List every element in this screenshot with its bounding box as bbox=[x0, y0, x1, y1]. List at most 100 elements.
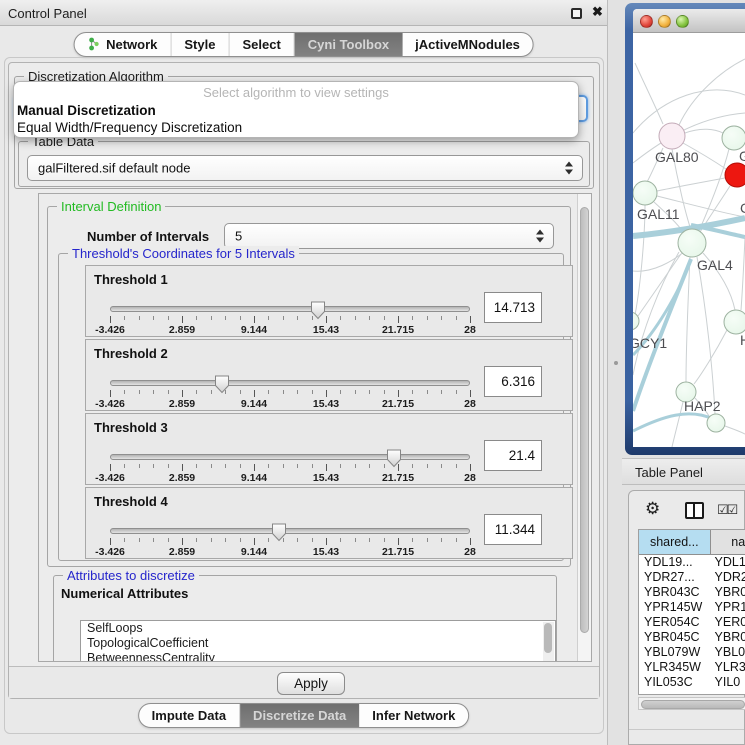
node-label-gal4: GAL4 bbox=[697, 257, 733, 273]
table-row[interactable]: YPR145WYPR1 bbox=[639, 600, 745, 615]
node-selected-red[interactable] bbox=[725, 163, 745, 187]
network-icon bbox=[87, 37, 100, 52]
tab-network[interactable]: Network bbox=[74, 33, 171, 56]
list-item[interactable]: BetweennessCentrality bbox=[81, 651, 555, 662]
tab-select[interactable]: Select bbox=[229, 33, 294, 56]
node-gal11[interactable] bbox=[633, 181, 657, 205]
network-canvas[interactable]: GAL80 G C GAL11 GAL4 GCY1 H HAP2 bbox=[633, 33, 745, 447]
node-label-gal80: GAL80 bbox=[655, 149, 699, 165]
threshold-4-label: Threshold 4 bbox=[94, 494, 168, 509]
threshold-2-slider[interactable] bbox=[110, 380, 470, 386]
tab-infer-network[interactable]: Infer Network bbox=[359, 704, 468, 727]
node-label-gcy1: GCY1 bbox=[633, 335, 667, 351]
tab-cyni-toolbox[interactable]: Cyni Toolbox bbox=[295, 33, 402, 56]
threshold-3-slider[interactable] bbox=[110, 454, 470, 460]
tab-style[interactable]: Style bbox=[171, 33, 229, 56]
node-small[interactable] bbox=[707, 414, 725, 432]
dropdown-option-manual-discretization[interactable]: Manual Discretization bbox=[17, 103, 156, 118]
node-table: shared... na YDL19...YDL1 YDR27...YDR2 Y… bbox=[638, 529, 745, 695]
table-data-group: Table Data galFiltered.sif default node bbox=[18, 141, 590, 187]
dropdown-placeholder: Select algorithm to view settings bbox=[14, 85, 578, 100]
num-intervals-label: Number of Intervals bbox=[87, 229, 209, 244]
table-panel-divider bbox=[629, 729, 744, 730]
node-h[interactable] bbox=[724, 310, 745, 334]
threshold-4-value-field[interactable]: 11.344 bbox=[484, 514, 542, 545]
table-data-combobox[interactable]: galFiltered.sif default node bbox=[27, 155, 583, 181]
node-gcy1[interactable] bbox=[633, 312, 639, 330]
spinner-arrows-icon bbox=[536, 230, 544, 243]
select-columns-icon[interactable]: ☑☑ bbox=[717, 502, 736, 518]
slider-tick-labels: -3.4262.8599.14415.4321.71528 bbox=[110, 324, 470, 336]
list-scrollbar[interactable] bbox=[543, 622, 554, 662]
threshold-1-value-field[interactable]: 14.713 bbox=[484, 292, 542, 323]
numerical-attributes-list[interactable]: SelfLoops TopologicalCoefficient Between… bbox=[80, 620, 556, 662]
node-label-hap2: HAP2 bbox=[684, 398, 721, 414]
settings-scrollbar-thumb[interactable] bbox=[580, 207, 589, 633]
float-window-icon[interactable] bbox=[571, 8, 582, 19]
algorithm-dropdown-popup: Select algorithm to view settings Manual… bbox=[13, 81, 579, 138]
tab-jactivemnodules[interactable]: jActiveMNodules bbox=[402, 33, 533, 56]
network-view-inner: GAL80 G C GAL11 GAL4 GCY1 H HAP2 bbox=[633, 9, 745, 447]
threshold-3-value-field[interactable]: 21.4 bbox=[484, 440, 542, 471]
mac-zoom-button[interactable] bbox=[676, 15, 689, 28]
column-header-name[interactable]: na bbox=[711, 530, 745, 555]
apply-button[interactable]: Apply bbox=[277, 672, 345, 695]
table-row[interactable]: YBR045CYBR0 bbox=[639, 630, 745, 645]
list-item[interactable]: SelfLoops bbox=[81, 621, 555, 636]
thresholds-group-label: Threshold's Coordinates for 5 Intervals bbox=[68, 246, 299, 261]
apply-strip: Apply bbox=[9, 666, 599, 698]
interval-definition-group: Interval Definition Number of Intervals … bbox=[47, 206, 571, 567]
settings-vertical-scrollbar[interactable] bbox=[577, 194, 591, 661]
slider-tick-labels: -3.4262.8599.14415.4321.71528 bbox=[110, 472, 470, 484]
column-header-shared-name[interactable]: shared... bbox=[639, 530, 711, 555]
tab-discretize-data[interactable]: Discretize Data bbox=[240, 704, 359, 727]
tab-impute-data[interactable]: Impute Data bbox=[139, 704, 240, 727]
threshold-1-slider[interactable] bbox=[110, 306, 470, 312]
threshold-2-label: Threshold 2 bbox=[94, 346, 168, 361]
table-horizontal-scrollbar[interactable] bbox=[638, 697, 745, 710]
slider-ticks bbox=[110, 390, 470, 398]
control-panel-title: Control Panel bbox=[8, 6, 87, 21]
thresholds-group: Threshold's Coordinates for 5 Intervals … bbox=[58, 253, 564, 561]
splitter-handle[interactable] bbox=[614, 361, 618, 365]
node-gal4[interactable] bbox=[678, 229, 706, 257]
dropdown-option-equal-width[interactable]: Equal Width/Frequency Discretization bbox=[17, 120, 242, 135]
network-view-window[interactable]: GAL80 G C GAL11 GAL4 GCY1 H HAP2 bbox=[625, 3, 745, 455]
gear-icon[interactable]: ⚙ bbox=[645, 499, 660, 519]
node-label-c: C bbox=[740, 200, 745, 216]
network-graph: GAL80 G C GAL11 GAL4 GCY1 H HAP2 bbox=[633, 33, 745, 447]
close-icon[interactable]: ✖ bbox=[592, 4, 603, 20]
threshold-2-value-field[interactable]: 6.316 bbox=[484, 366, 542, 397]
table-row[interactable]: YER054CYER0 bbox=[639, 615, 745, 630]
node-label-h: H bbox=[740, 332, 745, 348]
num-intervals-value: 5 bbox=[235, 229, 242, 244]
table-panel-header: Table Panel bbox=[622, 458, 745, 485]
threshold-3-label: Threshold 3 bbox=[94, 420, 168, 435]
table-row[interactable]: YBR043CYBR0 bbox=[639, 585, 745, 600]
slider-ticks bbox=[110, 316, 470, 324]
combo-arrows-icon bbox=[565, 162, 573, 175]
mac-minimize-button[interactable] bbox=[658, 15, 671, 28]
table-row[interactable]: YIL053CYIL0 bbox=[639, 675, 745, 690]
threshold-1-panel: Threshold 1 -3.4262.8599.14415.4321.7152… bbox=[85, 265, 573, 337]
node-label-g: G bbox=[739, 148, 745, 164]
attributes-group-label: Attributes to discretize bbox=[63, 568, 199, 583]
node-g[interactable] bbox=[722, 126, 745, 150]
slider-tick-labels: -3.4262.8599.14415.4321.71528 bbox=[110, 398, 470, 410]
control-panel-tabbar: Network Style Select Cyni Toolbox jActiv… bbox=[73, 32, 534, 57]
table-row[interactable]: YDL19...YDL1 bbox=[639, 555, 745, 570]
node-gal80[interactable] bbox=[659, 123, 685, 149]
table-row[interactable]: YBL079WYBL0 bbox=[639, 645, 745, 660]
list-scrollbar-thumb[interactable] bbox=[544, 623, 552, 653]
table-scrollbar-thumb[interactable] bbox=[641, 700, 745, 709]
table-panel-body: ⚙ ☑☑ shared... na YDL19...YDL1 YDR27...Y… bbox=[628, 490, 745, 745]
table-row[interactable]: YLR345WYLR3 bbox=[639, 660, 745, 675]
threshold-4-slider[interactable] bbox=[110, 528, 470, 534]
panel-splitter[interactable] bbox=[609, 0, 622, 745]
network-view-titlebar[interactable] bbox=[633, 9, 745, 33]
columns-icon[interactable] bbox=[685, 502, 704, 519]
table-row[interactable]: YDR27...YDR2 bbox=[639, 570, 745, 585]
list-item[interactable]: TopologicalCoefficient bbox=[81, 636, 555, 651]
mac-close-button[interactable] bbox=[640, 15, 653, 28]
node-label-gal11: GAL11 bbox=[637, 206, 680, 222]
